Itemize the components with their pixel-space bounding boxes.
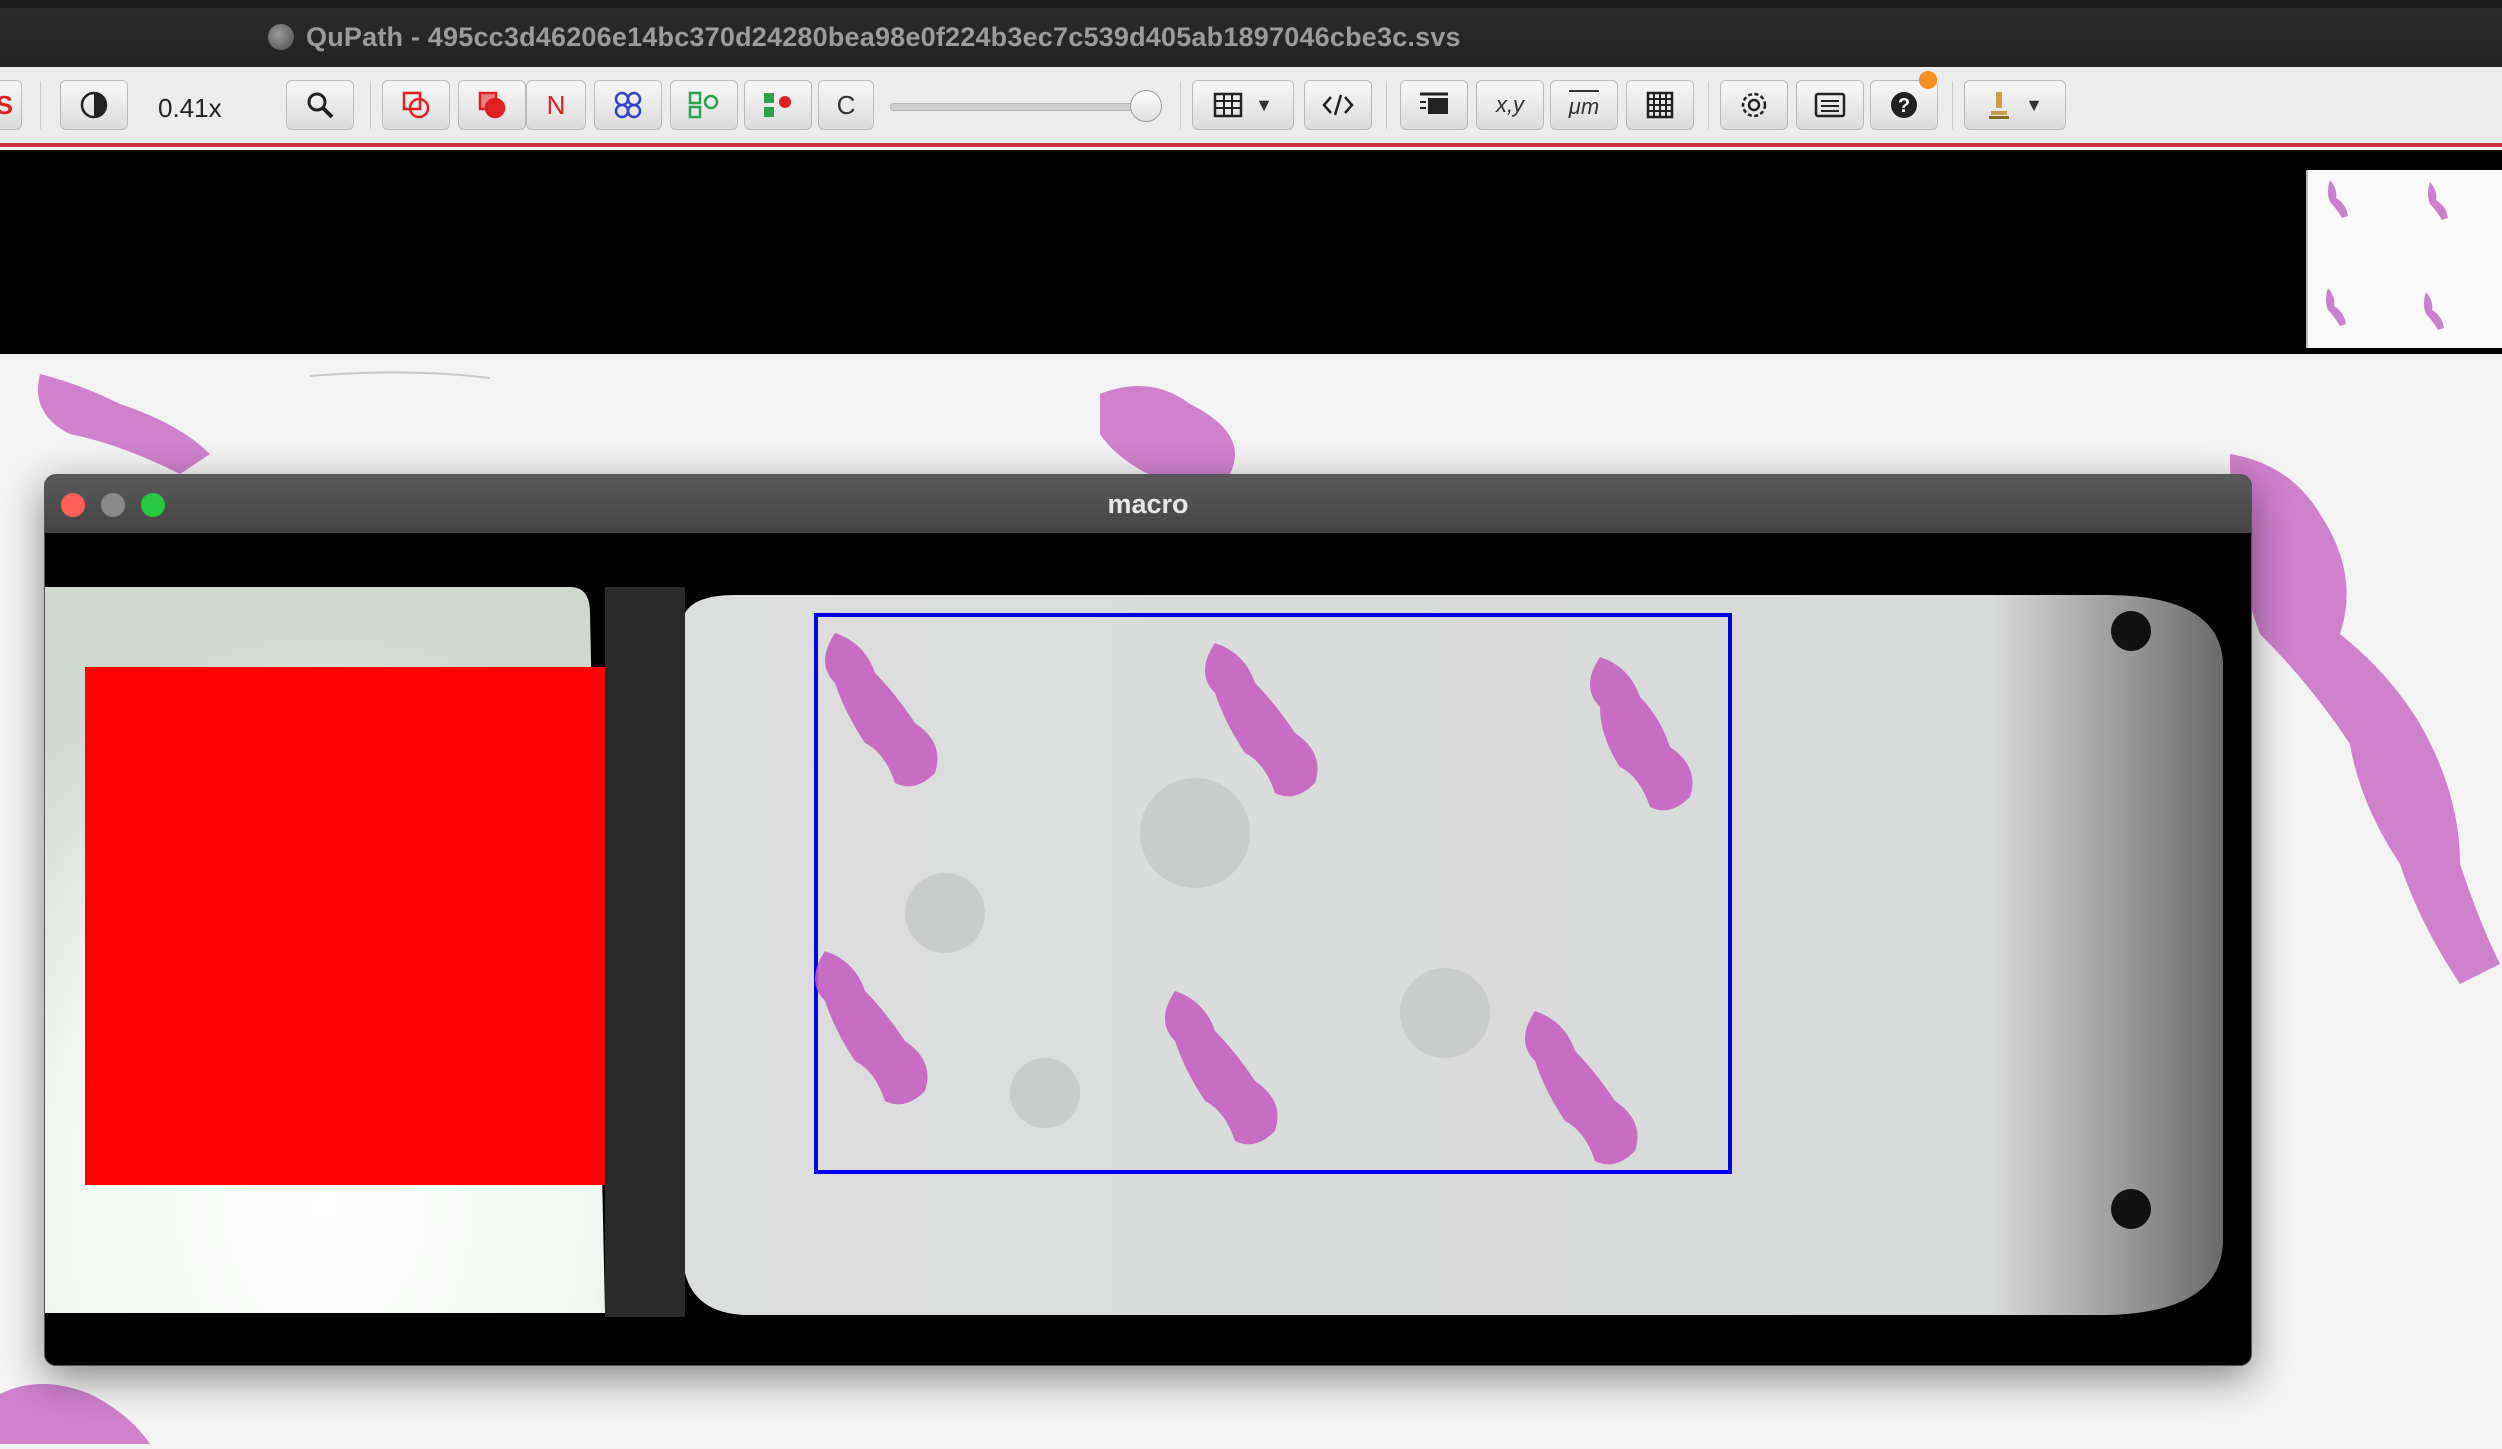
- slide-hole: [2111, 1189, 2151, 1229]
- count-letter: C: [836, 89, 856, 120]
- show-location-button[interactable]: x,y: [1476, 80, 1544, 130]
- measurement-table-icon: [1213, 92, 1243, 118]
- glass-slide: [685, 595, 2223, 1315]
- viewer-black-region: [0, 150, 2502, 354]
- microscope-dropdown[interactable]: ▼: [1964, 80, 2066, 130]
- show-annotations-button[interactable]: [382, 80, 450, 130]
- cut-tool-button[interactable]: S: [0, 80, 22, 130]
- preferences-icon: [1741, 92, 1767, 118]
- show-tma-grid-button[interactable]: [594, 80, 662, 130]
- qupath-icon: [268, 24, 294, 50]
- show-grid-button[interactable]: [1626, 80, 1694, 130]
- show-annotations-icon: [402, 91, 430, 119]
- main-toolbar: S 0.41x N C ▼ x,y μm ? ▼: [0, 67, 2502, 147]
- preferences-button[interactable]: [1720, 80, 1788, 130]
- show-connections-button[interactable]: C: [818, 80, 874, 130]
- show-names-button[interactable]: N: [526, 80, 586, 130]
- log-icon: [1814, 92, 1846, 118]
- overview-image: [2326, 180, 2448, 330]
- fill-annotations-icon: [478, 91, 506, 119]
- cut-tool-label: S: [0, 89, 13, 120]
- opacity-slider-thumb[interactable]: [1130, 90, 1162, 122]
- fill-detections-icon: [764, 93, 791, 117]
- opacity-slider-track[interactable]: [890, 103, 1152, 111]
- show-overview-icon: [1420, 92, 1448, 114]
- overview-thumbnail[interactable]: [2306, 170, 2502, 348]
- chevron-down-icon: ▼: [2025, 94, 2043, 115]
- slide-hole: [2111, 611, 2151, 651]
- show-scalebar-icon: μm: [1568, 90, 1600, 120]
- zoom-to-fit-button[interactable]: [286, 80, 354, 130]
- script-editor-icon: [1322, 94, 1354, 116]
- macro-slide-image: [45, 533, 2251, 1365]
- fill-annotations-button[interactable]: [458, 80, 526, 130]
- fill-detections-button[interactable]: [744, 80, 812, 130]
- brightness-contrast-icon: [80, 91, 108, 119]
- show-detections-icon: [688, 91, 719, 119]
- measurement-table-dropdown[interactable]: ▼: [1192, 80, 1294, 130]
- show-detections-button[interactable]: [670, 80, 738, 130]
- zoom-level: 0.41x: [158, 93, 222, 123]
- script-editor-button[interactable]: [1304, 80, 1372, 130]
- svg-text:?: ?: [1898, 95, 1910, 117]
- show-scalebar-button[interactable]: μm: [1550, 80, 1618, 130]
- chevron-down-icon: ▼: [1255, 94, 1273, 115]
- window-title: QuPath - 495cc3d46206e14bc370d24280bea98…: [306, 22, 1461, 52]
- show-names-icon: N: [546, 89, 566, 120]
- macro-window-titlebar[interactable]: macro: [45, 475, 2251, 533]
- log-button[interactable]: [1796, 80, 1864, 130]
- macro-image: [45, 533, 2251, 1365]
- microscope-icon: [1989, 92, 2010, 119]
- show-location-icon: x,y: [1495, 92, 1525, 117]
- show-overview-button[interactable]: [1400, 80, 1468, 130]
- notification-dot: [1919, 71, 1937, 89]
- macro-window-title: macro: [1107, 489, 1189, 519]
- macro-window: macro: [44, 474, 2252, 1366]
- show-grid-icon: [1646, 91, 1674, 119]
- brightness-contrast-button[interactable]: [60, 80, 128, 130]
- zoom-to-fit-icon: [307, 92, 334, 119]
- window-titlebar: QuPath - 495cc3d46206e14bc370d24280bea98…: [0, 0, 2502, 67]
- show-tma-grid-icon: [614, 91, 642, 119]
- help-icon: ?: [1891, 92, 1917, 118]
